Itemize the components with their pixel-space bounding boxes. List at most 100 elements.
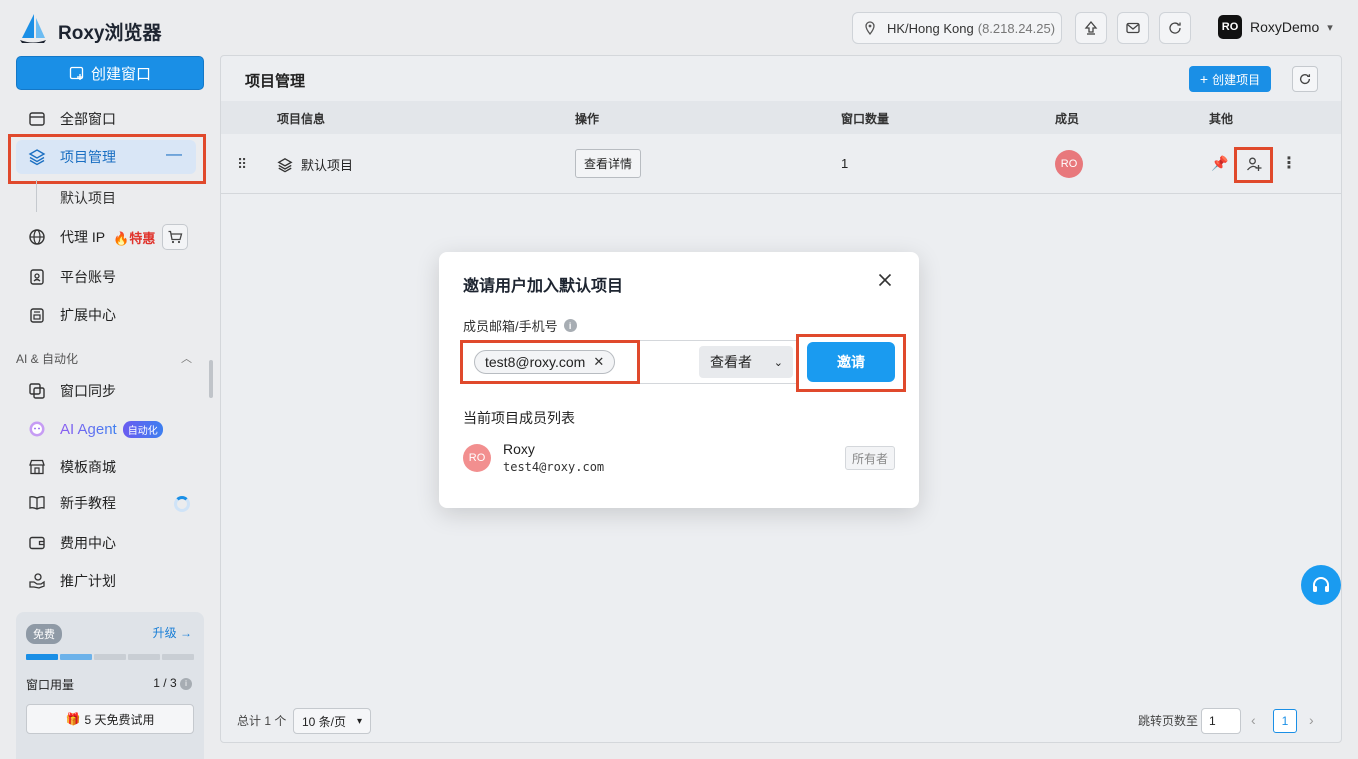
role-select[interactable]: 查看者 ⌄ xyxy=(699,346,793,378)
collapse-icon[interactable]: — xyxy=(166,146,182,164)
page-size-select[interactable]: 10 条/页 ▾ xyxy=(293,708,371,734)
column-header: 操作 xyxy=(575,112,600,126)
free-trial-button[interactable]: 🎁 5 天免费试用 xyxy=(26,704,194,734)
sync-window-icon xyxy=(26,380,48,402)
section-title-ai-automation[interactable]: AI & 自动化 ︿ xyxy=(16,350,192,367)
sidebar-item-tutorial[interactable]: 新手教程 xyxy=(16,486,196,520)
proxy-location-display[interactable]: HK/Hong Kong (8.218.24.25) xyxy=(852,12,1062,44)
table-header: 项目信息 操作 窗口数量 成员 其他 xyxy=(221,101,1341,134)
member-avatar: RO xyxy=(463,444,491,472)
chevron-down-icon: ▾ xyxy=(356,715,362,727)
sidebar-item-all-windows[interactable]: 全部窗口 xyxy=(16,102,196,136)
sidebar-item-label: 平台账号 xyxy=(60,269,116,285)
mail-button[interactable] xyxy=(1117,12,1149,44)
create-project-button[interactable]: + 创建项目 xyxy=(1189,66,1271,92)
free-trial-label: 5 天免费试用 xyxy=(84,712,155,727)
plan-tier-badge: 免费 xyxy=(26,624,62,644)
usage-bar-segment xyxy=(128,654,160,660)
sidebar-item-window-sync[interactable]: 窗口同步 xyxy=(16,374,196,408)
view-details-button[interactable]: 查看详情 xyxy=(575,149,641,178)
add-user-icon xyxy=(1247,157,1262,171)
window-icon xyxy=(26,108,48,130)
sidebar-item-label: 模板商城 xyxy=(60,459,116,475)
upload-button[interactable] xyxy=(1075,12,1107,44)
invite-dialog: 邀请用户加入默认项目 成员邮箱/手机号 i test8@roxy.com ✕ 查… xyxy=(439,252,919,508)
sub-divider xyxy=(36,180,37,212)
location-text: HK/Hong Kong xyxy=(887,20,974,36)
pin-icon[interactable]: 📌 xyxy=(1211,155,1228,172)
sidebar-item-projects[interactable]: 项目管理 — xyxy=(16,140,196,174)
upgrade-link[interactable]: 升级 → xyxy=(153,624,192,641)
cart-button[interactable] xyxy=(162,224,188,250)
info-icon[interactable]: i xyxy=(563,319,577,332)
invite-button[interactable]: 邀请 xyxy=(807,342,895,382)
sidebar-item-ai-agent[interactable]: AI Agent 自动化 xyxy=(16,412,196,446)
role-value: 查看者 xyxy=(710,354,752,370)
usage-bar-segment xyxy=(162,654,194,660)
jump-label: 跳转页数至 xyxy=(1138,714,1199,728)
sidebar-item-billing[interactable]: 费用中心 xyxy=(16,526,196,560)
sidebar-item-label: 代理 IP xyxy=(60,229,106,245)
sidebar-item-label: 新手教程 xyxy=(60,495,116,511)
chevron-right-icon[interactable]: › xyxy=(1309,712,1314,728)
close-icon xyxy=(878,273,892,287)
column-header: 项目信息 xyxy=(277,112,326,126)
column-header: 窗口数量 xyxy=(841,112,890,126)
book-icon xyxy=(26,492,48,514)
sidebar-item-label: 全部窗口 xyxy=(60,111,116,127)
roxy-logo-icon xyxy=(20,14,46,43)
add-member-button[interactable] xyxy=(1241,151,1267,177)
hot-deal-badge: 🔥特惠 xyxy=(113,228,155,247)
total-count: 总计 1 个 xyxy=(237,714,287,728)
location-pin-icon xyxy=(865,21,875,35)
refresh-button[interactable] xyxy=(1292,66,1318,92)
sidebar-item-label: 窗口同步 xyxy=(60,383,116,399)
sidebar-item-label: 推广计划 xyxy=(60,573,116,589)
gift-icon: 🎁 xyxy=(65,712,81,726)
drag-handle-icon[interactable]: ⠿ xyxy=(237,156,247,173)
sidebar-item-extensions[interactable]: 扩展中心 xyxy=(16,298,196,332)
sidebar-item-platform-accounts[interactable]: 平台账号 xyxy=(16,260,196,294)
more-options-icon[interactable]: ⋮ xyxy=(1281,153,1297,173)
sidebar-item-label: AI Agent xyxy=(60,420,117,438)
sidebar-subitem-default-project[interactable]: 默认项目 xyxy=(60,188,116,208)
page-title: 项目管理 xyxy=(245,73,306,90)
usage-label: 窗口用量 xyxy=(26,678,75,692)
store-icon xyxy=(26,456,48,478)
sidebar-item-label: 项目管理 xyxy=(60,149,116,165)
user-menu[interactable]: RO RoxyDemo ▾ xyxy=(1218,15,1333,39)
sidebar-item-label: 费用中心 xyxy=(60,535,116,551)
usage-count-text: 1 / 3 xyxy=(153,676,177,690)
section-title-text: AI & 自动化 xyxy=(16,352,79,366)
jump-page-input[interactable]: 1 xyxy=(1201,708,1241,734)
headset-icon xyxy=(1313,577,1329,592)
sidebar-item-label: 扩展中心 xyxy=(60,307,116,323)
field-label-text: 成员邮箱/手机号 xyxy=(463,319,558,334)
sync-button[interactable] xyxy=(1159,12,1191,44)
sidebar-item-promotion[interactable]: 推广计划 xyxy=(16,564,196,598)
layers-icon xyxy=(26,146,48,168)
sidebar-scrollbar[interactable] xyxy=(209,360,213,398)
current-page-button[interactable]: 1 xyxy=(1273,709,1297,733)
extension-icon xyxy=(26,304,48,326)
chevron-left-icon[interactable]: ‹ xyxy=(1251,712,1256,728)
usage-count: 1 / 3 i xyxy=(153,676,192,690)
support-button[interactable] xyxy=(1301,565,1341,605)
info-icon[interactable]: i xyxy=(180,677,192,690)
sidebar-item-template-store[interactable]: 模板商城 xyxy=(16,450,196,484)
app-window: Roxy浏览器 HK/Hong Kong (8.218.24.25) RO Ro… xyxy=(0,0,1358,759)
email-tag-value: test8@roxy.com xyxy=(485,354,586,370)
top-bar: Roxy浏览器 HK/Hong Kong (8.218.24.25) RO Ro… xyxy=(0,0,1358,56)
layers-icon xyxy=(277,157,293,172)
refresh-icon xyxy=(1299,74,1311,85)
create-window-button[interactable]: 创建窗口 xyxy=(16,56,204,90)
refresh-icon xyxy=(1169,22,1181,34)
cart-icon xyxy=(168,230,183,244)
close-button[interactable] xyxy=(875,270,895,290)
page-size-value: 10 条/页 xyxy=(302,714,347,729)
remove-tag-icon[interactable]: ✕ xyxy=(593,354,604,370)
field-label: 成员邮箱/手机号 i xyxy=(463,316,577,335)
usage-bar-segment xyxy=(94,654,126,660)
wallet-icon xyxy=(26,532,48,554)
project-name-cell: 默认项目 xyxy=(277,155,353,174)
